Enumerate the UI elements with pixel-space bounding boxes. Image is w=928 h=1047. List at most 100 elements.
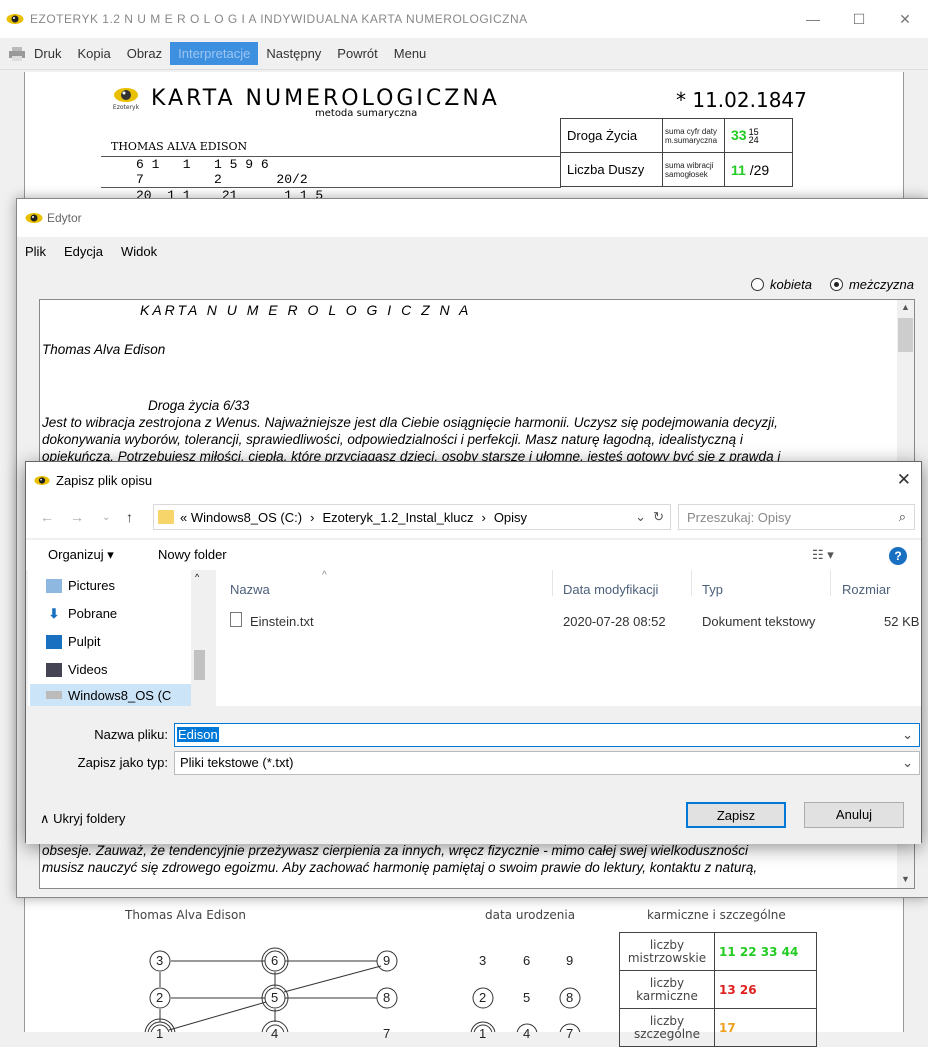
editor-titlebar: Edytor — ☐ ✕ [17,199,928,556]
nav-item-videos[interactable]: Videos [46,662,108,677]
name-grid-9: 9 [383,953,391,968]
nav-scroll-up-icon[interactable]: ^ [195,572,199,582]
videos-icon [46,662,62,677]
dialog-toolbar: Organizuj ▾ Nowy folder ☷ ▾ ? [26,540,921,570]
nav-item-pulpit[interactable]: Pulpit [46,634,101,649]
nav-scroll-thumb[interactable] [194,650,205,680]
text-line: Jest to wibracja zestrojona z Wenus. Naj… [42,415,778,430]
menu-nastepny[interactable]: Następny [258,42,329,65]
search-input[interactable]: Przeszukaj: Opisy ⌕ [678,504,915,530]
main-menubar: Druk Kopia Obraz Interpretacje Następny … [0,38,928,70]
text-line: obsesje. Zauważ, że tendencyjnie przeżyw… [42,843,749,858]
table-row: liczby karmiczne 13 26 [619,970,817,1009]
karmic-numbers-label: liczby karmiczne [619,970,715,1009]
life-path-desc: suma cyfr daty m.sumaryczna [662,118,725,153]
recent-dropdown-icon[interactable]: ⌄ [102,512,110,523]
column-divider [830,570,831,596]
path-dropdown-icon[interactable]: ⌄ [635,509,646,525]
hide-folders-toggle[interactable]: ∧ Ukryj foldery [40,811,125,827]
filetype-label: Zapisz jako typ: [77,755,168,770]
person-name: THOMAS ALVA EDISON [111,140,248,153]
col-date[interactable]: Data modyfikacji [563,582,658,597]
view-options-icon[interactable]: ☷ ▾ [812,547,834,563]
menu-edycja[interactable]: Edycja [64,244,103,259]
master-numbers-value: 11 22 33 44 [714,932,817,971]
filename-dropdown-icon[interactable]: ⌄ [902,727,913,743]
folder-icon [158,510,174,524]
digits-row-1: 6 1 1 1 5 9 6 [136,157,269,172]
menu-powrot[interactable]: Powrót [329,42,385,65]
crumb-separator: › [310,509,315,525]
text-heading: KARTA N U M E R O L O G I C Z N A [140,302,472,318]
forward-arrow-icon[interactable]: → [70,509,84,525]
filetype-value: Pliki tekstowe (*.txt) [180,755,294,770]
nav-item-pobrane[interactable]: ⬇ Pobrane [46,605,118,621]
birth-grid-7: 7 [566,1026,574,1041]
soul-number-label: Liczba Duszy [560,152,663,187]
menu-kopia[interactable]: Kopia [69,42,118,65]
file-name[interactable]: Einstein.txt [250,614,314,629]
col-size[interactable]: Rozmiar [842,582,890,597]
life-path-label: Droga Życia [560,118,663,153]
birth-grid-5: 5 [523,990,531,1005]
radio-female-label[interactable]: kobieta [770,277,812,292]
table-row: Droga Życia suma cyfr daty m.sumaryczna 3… [560,118,793,153]
save-button[interactable]: Zapisz [686,802,786,828]
close-button[interactable]: ✕ [882,0,928,38]
new-folder-button[interactable]: Nowy folder [158,547,227,562]
menu-widok[interactable]: Widok [121,244,157,259]
menu-obraz[interactable]: Obraz [119,42,170,65]
up-arrow-icon[interactable]: ↑ [126,509,133,525]
download-icon: ⬇ [48,605,60,621]
minimize-button[interactable]: — [790,0,836,38]
navigation-pane: Pictures ⬇ Pobrane Pulpit Videos Windows8… [28,570,208,706]
printer-icon[interactable] [8,46,26,61]
radio-female[interactable] [751,278,765,291]
digits-row-2: 7 2 20/2 [136,172,308,187]
birth-grid-label: data urodzenia [485,908,576,922]
organize-button[interactable]: Organizuj ▾ [48,547,114,563]
filename-input[interactable]: Edison ⌄ [174,723,920,747]
birth-grid-2: 2 [479,990,487,1005]
maximize-button[interactable]: ☐ [836,0,882,38]
birth-grid-1: 1 [479,1026,487,1041]
back-arrow-icon[interactable]: ← [40,509,54,525]
nav-item-drive[interactable]: Windows8_OS (C [30,684,191,706]
scroll-down-icon[interactable]: ▼ [897,874,914,884]
menu-plik[interactable]: Plik [25,244,46,259]
card-title: KARTA NUMEROLOGICZNA [151,85,500,111]
path-breadcrumb[interactable]: « Windows8_OS (C:) › Ezoteryk_1.2_Instal… [153,504,671,530]
editor-title: Edytor [47,211,82,225]
name-grid-2: 2 [156,990,164,1005]
dialog-close-icon[interactable]: ✕ [897,470,911,490]
radio-male[interactable] [829,278,843,291]
help-icon[interactable]: ? [889,547,907,565]
cancel-button[interactable]: Anuluj [804,802,904,828]
nav-scrollbar[interactable]: ^ [191,570,208,706]
dialog-bottom: Nazwa pliku: Edison ⌄ Zapisz jako typ: P… [26,706,921,844]
col-name[interactable]: Nazwa [230,582,270,597]
nav-item-pictures[interactable]: Pictures [46,578,115,593]
radio-male-label[interactable]: meżczyzna [849,277,914,292]
ezoteryk-logo-icon: Ezoteryk [113,88,140,111]
menu-druk[interactable]: Druk [26,42,69,65]
crumb-current[interactable]: Opisy [494,510,527,525]
file-list: Nazwa ^ Data modyfikacji Typ Rozmiar Ein… [216,570,921,706]
name-grid-1: 1 [156,1026,164,1041]
scroll-thumb[interactable] [898,318,913,352]
number-table: Droga Życia suma cyfr daty m.sumaryczna 3… [560,118,793,187]
search-placeholder: Przeszukaj: Opisy [687,509,792,525]
menu-interpretacje[interactable]: Interpretacje [170,42,259,65]
chevron-up-icon: ∧ [40,811,50,826]
birth-grid-4: 4 [523,1026,531,1041]
scroll-up-icon[interactable]: ▲ [897,302,914,312]
filetype-dropdown-icon[interactable]: ⌄ [902,755,913,771]
desktop-icon [46,634,62,649]
menu-menu[interactable]: Menu [386,42,435,65]
refresh-icon[interactable]: ↻ [653,509,664,525]
col-type[interactable]: Typ [702,582,723,597]
crumb-folder[interactable]: Ezoteryk_1.2_Instal_klucz [322,510,473,525]
table-row: Liczba Duszy suma wibracji samogłosek 11 … [560,152,793,187]
crumb-drive[interactable]: « Windows8_OS (C:) [180,510,302,525]
filetype-select[interactable]: Pliki tekstowe (*.txt) ⌄ [174,751,920,775]
